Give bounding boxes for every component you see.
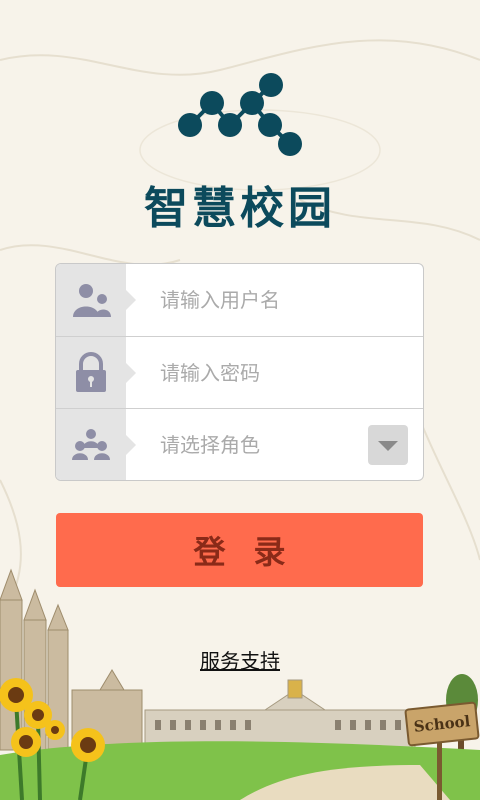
lock-icon (76, 351, 106, 392)
password-input[interactable] (160, 337, 360, 408)
username-input[interactable] (160, 264, 360, 336)
role-row[interactable]: 请选择角色 (56, 408, 423, 480)
username-row (56, 264, 423, 336)
app-title: 智慧校园 (144, 183, 336, 234)
login-form: 请选择角色 (55, 263, 424, 481)
user-group-icon (73, 284, 111, 317)
role-select[interactable]: 请选择角色 (160, 409, 260, 480)
password-icon-box (56, 337, 136, 408)
logo-icon (178, 73, 302, 156)
username-icon-box (56, 264, 136, 336)
people-icon (72, 429, 110, 460)
triangle-down-icon[interactable] (368, 425, 408, 465)
role-icon-box (56, 409, 136, 480)
school-sign: School (404, 701, 480, 747)
campus-scene (0, 568, 480, 800)
password-row (56, 336, 423, 408)
